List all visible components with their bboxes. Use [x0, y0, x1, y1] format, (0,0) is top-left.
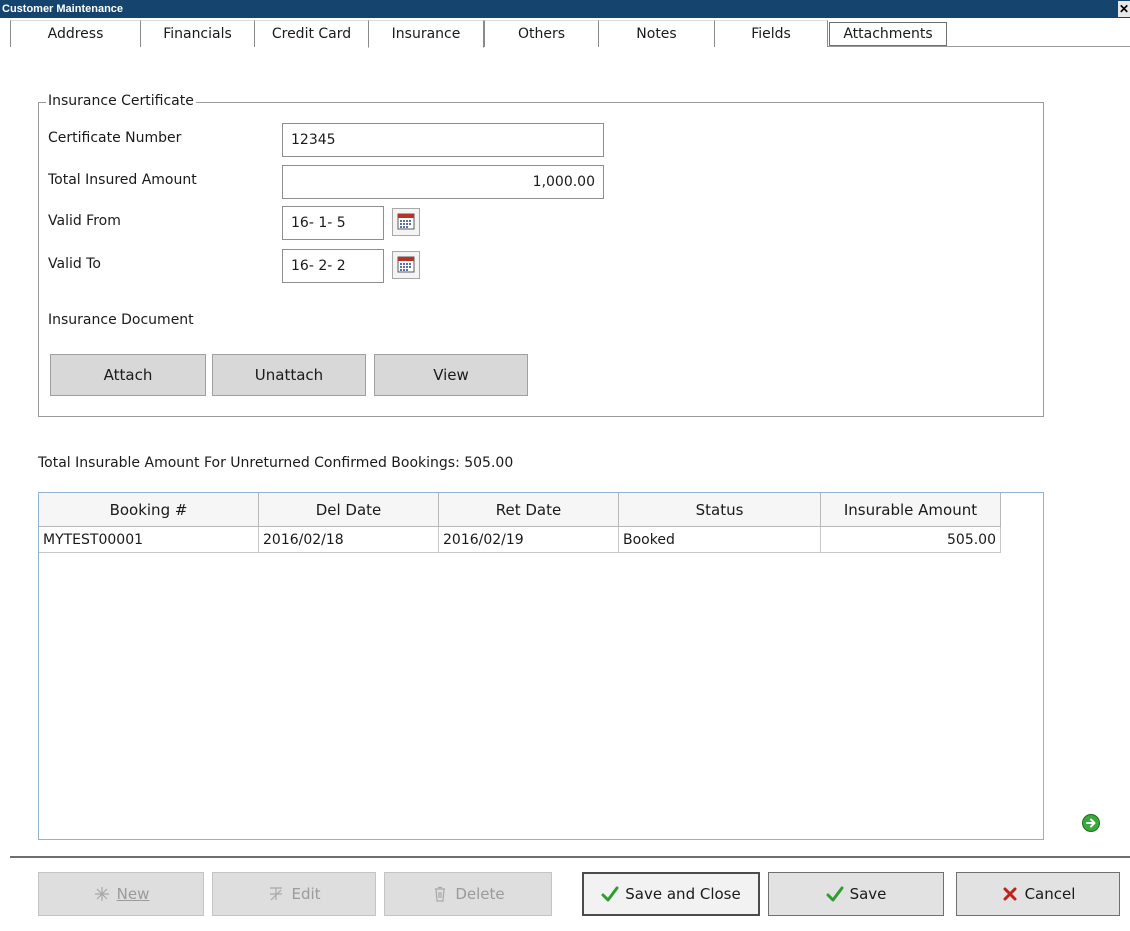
certificate-number-label: Certificate Number [48, 130, 182, 146]
footer-separator [10, 856, 1130, 858]
table-row-ret-date-cell[interactable]: 2016/02/19 [439, 527, 619, 553]
tab-credit-card[interactable]: Credit Card [254, 20, 368, 47]
table-row-status-cell[interactable]: Booked [619, 527, 821, 553]
save-and-close-button[interactable]: Save and Close [582, 872, 760, 916]
edit-button[interactable]: Edit [212, 872, 376, 916]
save-button[interactable]: Save [768, 872, 944, 916]
next-arrow-icon[interactable] [1081, 813, 1101, 833]
column-header-del-date[interactable]: Del Date [259, 493, 439, 527]
new-sparkle-icon [94, 887, 109, 901]
valid-from-field[interactable]: 16- 1- 5 [282, 206, 384, 240]
valid-from-calendar-button[interactable] [392, 208, 420, 236]
tab-fields[interactable]: Fields [714, 20, 828, 47]
valid-to-calendar-button[interactable] [392, 251, 420, 279]
delete-button-label: Delete [455, 885, 505, 903]
total-insured-amount-label: Total Insured Amount [48, 172, 197, 188]
insurance-document-label: Insurance Document [48, 312, 194, 328]
checkmark-icon [601, 886, 619, 902]
table-row-booking-cell[interactable]: MYTEST00001 [39, 527, 259, 553]
x-icon [1003, 887, 1017, 901]
new-button-label: New [116, 885, 150, 903]
checkmark-icon [826, 886, 844, 902]
window-titlebar: Customer Maintenance ✕ [0, 0, 1130, 18]
view-button[interactable]: View [374, 354, 528, 396]
total-insured-amount-field[interactable]: 1,000.00 [282, 165, 604, 199]
save-button-label: Save [849, 885, 887, 903]
column-header-ret-date[interactable]: Ret Date [439, 493, 619, 527]
table-row-del-date-cell[interactable]: 2016/02/18 [259, 527, 439, 553]
valid-to-label: Valid To [48, 256, 101, 272]
bookings-grid[interactable]: Booking # Del Date Ret Date Status Insur… [38, 492, 1044, 840]
tab-address[interactable]: Address [10, 20, 140, 47]
cancel-button-label: Cancel [1024, 885, 1076, 903]
total-insurable-summary: Total Insurable Amount For Unreturned Co… [38, 455, 514, 471]
delete-button[interactable]: Delete [384, 872, 552, 916]
close-icon[interactable]: ✕ [1118, 1, 1130, 17]
unattach-button[interactable]: Unattach [212, 354, 366, 396]
tab-financials[interactable]: Financials [140, 20, 254, 47]
save-and-close-label: Save and Close [625, 885, 741, 903]
column-header-status[interactable]: Status [619, 493, 821, 527]
window-title: Customer Maintenance [2, 3, 124, 15]
tab-others[interactable]: Others [484, 20, 598, 47]
tab-notes[interactable]: Notes [598, 20, 714, 47]
valid-to-field[interactable]: 16- 2- 2 [282, 249, 384, 283]
column-header-insurable-amount[interactable]: Insurable Amount [821, 493, 1001, 527]
tab-insurance[interactable]: Insurance [368, 20, 484, 48]
table-row-insurable-amount-cell[interactable]: 505.00 [821, 527, 1001, 553]
calendar-icon [397, 256, 415, 273]
calendar-icon [397, 213, 415, 230]
edit-button-label: Edit [291, 885, 321, 903]
tab-attachments[interactable]: Attachments [829, 22, 947, 46]
insurance-certificate-title: Insurance Certificate [46, 93, 196, 109]
valid-from-label: Valid From [48, 213, 121, 229]
new-button[interactable]: New [38, 872, 204, 916]
column-header-booking[interactable]: Booking # [39, 493, 259, 527]
trash-icon [435, 886, 446, 902]
attach-button[interactable]: Attach [50, 354, 206, 396]
certificate-number-field[interactable]: 12345 [282, 123, 604, 157]
cancel-button[interactable]: Cancel [956, 872, 1120, 916]
edit-icon [270, 887, 283, 901]
